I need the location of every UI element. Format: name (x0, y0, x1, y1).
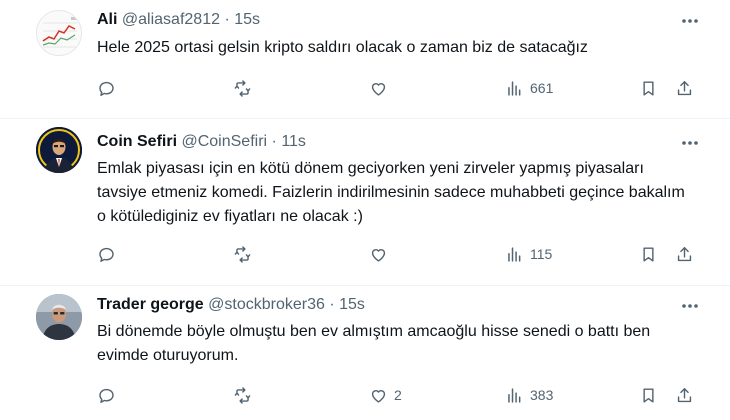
action-bar: 2 383 (97, 383, 697, 407)
avatar[interactable] (36, 294, 82, 340)
heart-icon (371, 248, 386, 262)
separator-dot: · (329, 296, 335, 313)
reply-icon (99, 81, 114, 96)
author-handle[interactable]: @CoinSefiri (181, 133, 267, 150)
heart-icon (371, 389, 386, 403)
tweet-header: Trader george @stockbroker36 · 15s (97, 295, 365, 315)
chart-thumbnail-image (37, 11, 81, 55)
timestamp[interactable]: 15s (234, 11, 260, 28)
tweet-2[interactable]: Coin Sefiri @CoinSefiri · 11s Emlak piya… (0, 119, 730, 285)
bookmark-icon (643, 80, 654, 96)
share-icon (677, 246, 692, 261)
bookmark-button[interactable] (639, 242, 658, 266)
views-chart-icon (508, 387, 521, 403)
separator-dot: · (224, 11, 230, 28)
tweet-1[interactable]: Ali @aliasaf2812 · 15s Hele 2025 ortasi … (0, 0, 730, 118)
tweet-text: Hele 2025 ortasi gelsin kripto saldırı o… (97, 39, 588, 56)
views-button[interactable]: 115 (505, 242, 552, 266)
retweet-button[interactable] (233, 242, 252, 266)
views-button[interactable]: 383 (505, 383, 553, 407)
share-button[interactable] (675, 76, 694, 100)
views-chart-icon (508, 80, 521, 96)
heart-icon (371, 82, 386, 96)
views-button[interactable]: 661 (505, 76, 553, 100)
like-count: 2 (394, 387, 402, 403)
tweet-header: Coin Sefiri @CoinSefiri · 11s (97, 132, 306, 152)
tweet-3[interactable]: Trader george @stockbroker36 · 15s Bi dö… (0, 286, 730, 420)
retweet-button[interactable] (233, 76, 252, 100)
avatar[interactable] (36, 10, 82, 56)
bookmark-icon (643, 387, 654, 403)
reply-button[interactable] (97, 76, 116, 100)
views-chart-icon (508, 246, 521, 262)
avatar[interactable] (36, 127, 82, 173)
author-name[interactable]: Trader george (97, 296, 204, 313)
separator-dot: · (271, 133, 277, 150)
like-button[interactable]: 2 (369, 383, 402, 407)
retweet-icon (234, 245, 251, 263)
reply-button[interactable] (97, 383, 116, 407)
action-bar: 661 (97, 76, 697, 100)
view-count: 383 (530, 387, 554, 403)
retweet-icon (234, 79, 251, 97)
share-icon (677, 387, 692, 402)
profile-photo (36, 127, 82, 173)
author-name[interactable]: Coin Sefiri (97, 133, 177, 150)
reply-button[interactable] (97, 242, 116, 266)
share-button[interactable] (675, 383, 694, 407)
like-button[interactable] (369, 76, 394, 100)
timestamp[interactable]: 15s (339, 296, 365, 313)
share-button[interactable] (675, 242, 694, 266)
more-dots-icon[interactable] (680, 296, 700, 316)
author-handle[interactable]: @stockbroker36 (208, 296, 325, 313)
author-handle[interactable]: @aliasaf2812 (122, 11, 220, 28)
retweet-button[interactable] (233, 383, 252, 407)
bookmark-button[interactable] (639, 383, 658, 407)
more-dots-icon[interactable] (680, 133, 700, 153)
retweet-icon (234, 386, 251, 404)
profile-photo (36, 294, 82, 340)
share-icon (677, 80, 692, 95)
view-count: 115 (530, 246, 553, 262)
bookmark-button[interactable] (639, 76, 658, 100)
tweet-text: Emlak piyasası için en kötü dönem geciyo… (97, 160, 685, 225)
timestamp[interactable]: 11s (281, 133, 306, 150)
view-count: 661 (530, 80, 554, 96)
action-bar: 115 (97, 242, 697, 266)
like-button[interactable] (369, 242, 394, 266)
tweet-header: Ali @aliasaf2812 · 15s (97, 10, 260, 30)
tweet-text: Bi dönemde böyle olmuştu ben ev almıştım… (97, 323, 651, 364)
author-name[interactable]: Ali (97, 11, 117, 28)
reply-icon (99, 388, 114, 403)
bookmark-icon (643, 246, 654, 262)
more-dots-icon[interactable] (680, 11, 700, 31)
reply-icon (99, 247, 114, 262)
